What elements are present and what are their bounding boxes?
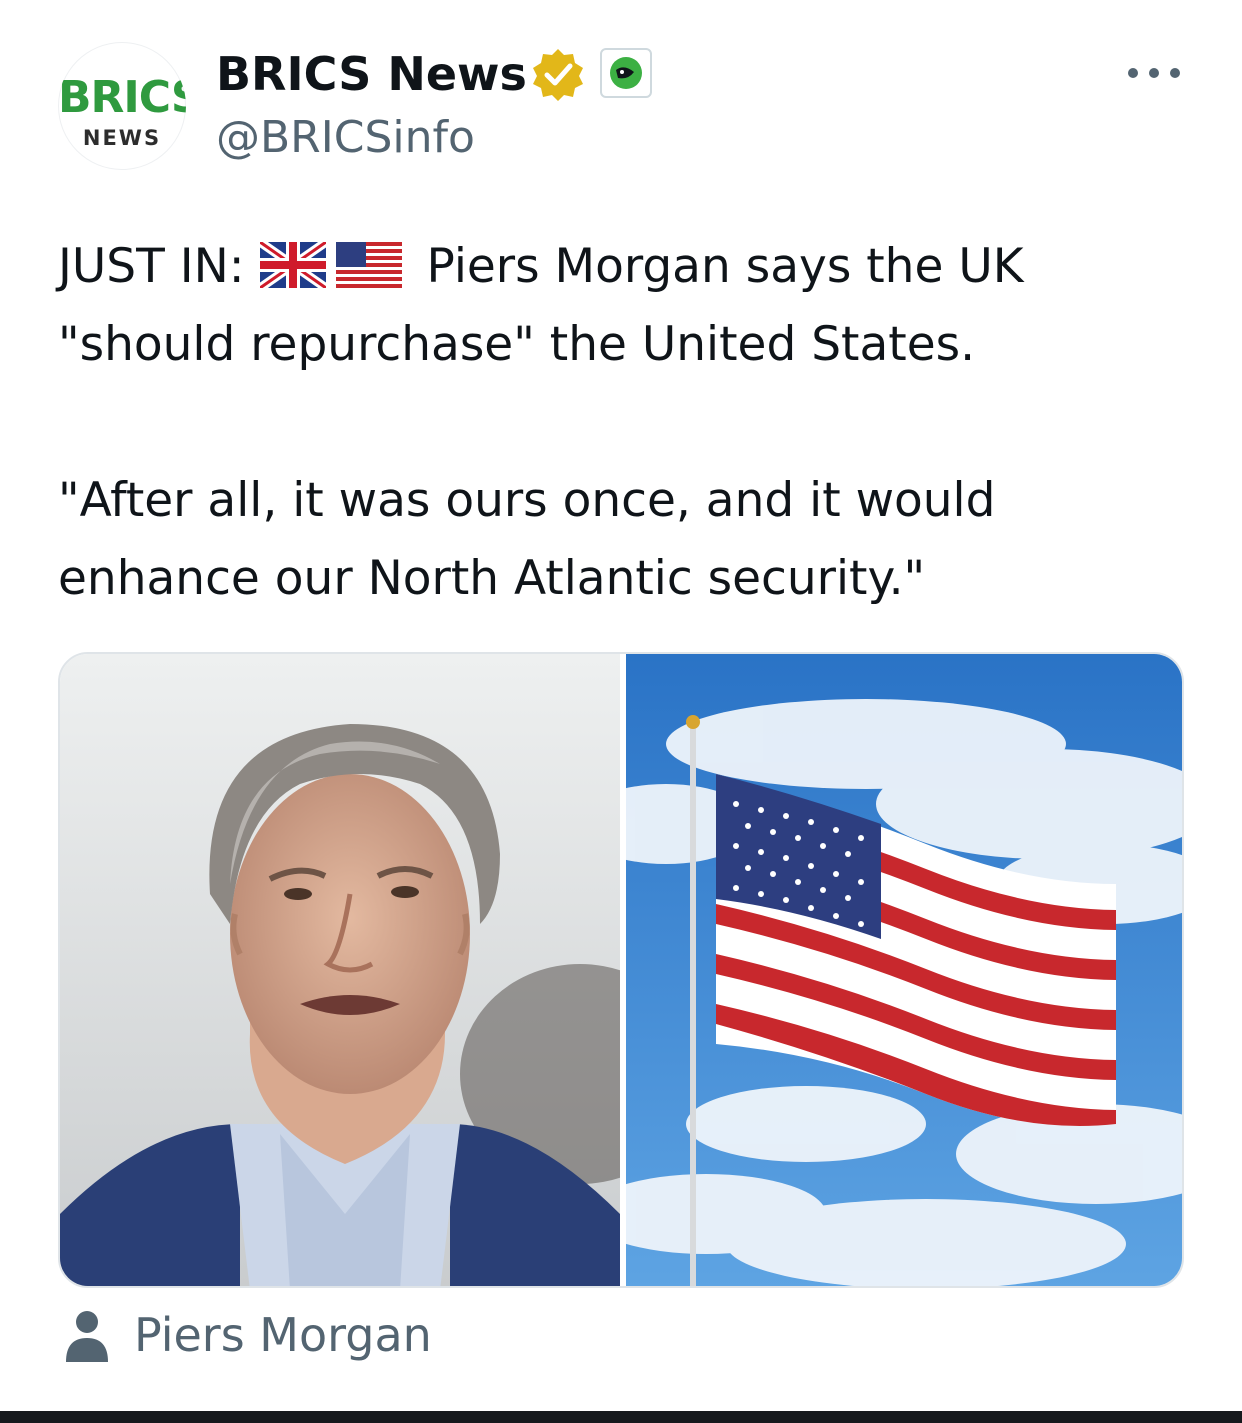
more-options-icon[interactable] [1124, 52, 1184, 92]
us-flag-emoji-icon [335, 242, 402, 288]
author-display-name[interactable]: BRICS News [216, 46, 527, 102]
tweet-line-1: JUST IN: Piers Morgan says the UK [58, 228, 1188, 306]
piers-morgan-photo[interactable] [60, 654, 620, 1288]
tweet-text: JUST IN: Piers Morgan says the UK "shoul… [58, 228, 1188, 618]
tweet-line-1-text: Piers Morgan says the UK [426, 239, 1024, 294]
tweet-line-3: "After all, it was ours once, and it wou… [58, 473, 996, 528]
us-flag-photo[interactable] [626, 654, 1184, 1288]
affiliate-badge-icon[interactable] [600, 48, 652, 98]
person-icon [66, 1311, 108, 1362]
author-handle[interactable]: @BRICSinfo [216, 110, 475, 166]
affiliate-logo-icon [610, 57, 642, 89]
tagged-person-label: Piers Morgan [134, 1308, 432, 1362]
bottom-bar [0, 1411, 1242, 1423]
tweet-media-grid [58, 652, 1184, 1288]
verified-badge-icon[interactable] [530, 46, 586, 102]
avatar-logo-text: BRICS [58, 72, 186, 123]
author-avatar[interactable]: BRICS NEWS [58, 42, 186, 170]
uk-flag-emoji-icon [259, 242, 326, 288]
tweet-just-in: JUST IN: [58, 239, 245, 294]
tweet-line-4: enhance our North Atlantic security." [58, 551, 926, 606]
tweet-line-2: "should repurchase" the United States. [58, 317, 976, 372]
avatar-logo-subtext: NEWS [82, 126, 162, 150]
tweet-paragraph-gap [58, 384, 1188, 462]
